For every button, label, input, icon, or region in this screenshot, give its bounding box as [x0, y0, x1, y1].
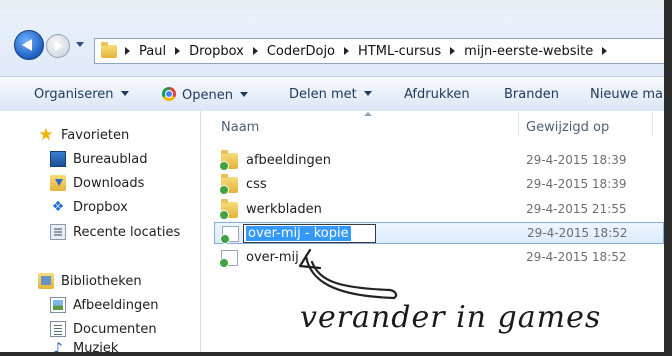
breadcrumb-separator-icon[interactable]: [602, 47, 608, 55]
forward-button[interactable]: [46, 34, 70, 58]
file-date: 29-4-2015 18:39: [526, 177, 627, 191]
print-button[interactable]: Afdrukken: [404, 87, 470, 102]
nav-favorites-label: Favorieten: [61, 127, 130, 143]
breadcrumb-separator-icon[interactable]: [252, 47, 258, 55]
nav-item-label: Dropbox: [73, 199, 128, 215]
sort-ascending-icon: [364, 112, 372, 116]
nav-item-recent-locations[interactable]: Recente locaties: [50, 221, 180, 243]
breadcrumb-item-mijn-eerste-website[interactable]: mijn-eerste-website: [464, 44, 593, 59]
nav-libraries-label: Bibliotheken: [61, 273, 142, 289]
breadcrumb-separator-icon[interactable]: [450, 47, 456, 55]
libraries-icon: [38, 273, 54, 289]
file-date: 29-4-2015 21:55: [526, 202, 627, 216]
desktop-icon: [50, 151, 66, 167]
nav-item-pictures[interactable]: Afbeeldingen: [50, 294, 158, 316]
chrome-icon: [162, 87, 176, 101]
handwritten-annotation: verander in games: [300, 300, 602, 335]
breadcrumb-separator-icon[interactable]: [125, 47, 130, 55]
file-name: afbeeldingen: [246, 153, 331, 168]
open-label: Openen: [182, 88, 233, 103]
html-file-icon: [220, 250, 238, 267]
burn-label: Branden: [504, 87, 559, 102]
nav-item-dropbox[interactable]: ❖ Dropbox: [50, 196, 128, 218]
breadcrumb-separator-icon[interactable]: [175, 47, 181, 55]
address-bar-area: Paul Dropbox CoderDojo HTML-cursus mijn-…: [0, 10, 669, 76]
folder-icon: [220, 199, 238, 219]
back-button[interactable]: [14, 30, 44, 60]
new-folder-label: Nieuwe map: [590, 87, 672, 102]
file-name: css: [246, 177, 267, 192]
folder-icon: [101, 41, 117, 58]
burn-button[interactable]: Branden: [504, 87, 559, 102]
star-icon: ★: [38, 125, 54, 145]
nav-item-downloads[interactable]: Downloads: [50, 172, 144, 194]
command-toolbar: Organiseren Openen Delen met Afdrukken B…: [0, 76, 671, 112]
breadcrumb-item-paul[interactable]: Paul: [139, 44, 166, 59]
nav-item-label: Documenten: [73, 321, 157, 337]
file-row-over-mij[interactable]: over-mij 29-4-2015 18:52 C: [214, 247, 672, 269]
nav-item-documents[interactable]: Documenten: [50, 318, 157, 340]
breadcrumb-item-dropbox[interactable]: Dropbox: [189, 44, 244, 59]
nav-item-label: Bureaublad: [73, 151, 148, 167]
organize-label: Organiseren: [34, 87, 114, 102]
organize-button[interactable]: Organiseren: [34, 87, 129, 102]
open-button[interactable]: Openen: [162, 87, 248, 103]
file-row-css[interactable]: css 29-4-2015 18:39 B: [214, 174, 672, 196]
chevron-down-icon: [363, 91, 372, 96]
downloads-folder-icon: [50, 175, 66, 191]
file-date: 29-4-2015 18:52: [526, 250, 627, 264]
chevron-down-icon: [120, 91, 129, 96]
chevron-down-icon: [239, 92, 248, 97]
documents-icon: [50, 321, 66, 337]
file-row-afbeeldingen[interactable]: afbeeldingen 29-4-2015 18:39 B: [214, 150, 672, 172]
file-row-werkbladen[interactable]: werkbladen 29-4-2015 21:55 B: [214, 199, 672, 221]
breadcrumb: Paul Dropbox CoderDojo HTML-cursus mijn-…: [125, 44, 616, 59]
file-row-over-mij-kopie[interactable]: over-mij - kopie 29-4-2015 18:52 C: [214, 222, 672, 244]
nav-favorites[interactable]: ★ Favorieten: [38, 124, 129, 146]
column-divider[interactable]: [652, 112, 653, 136]
window-right-edge: [664, 0, 672, 356]
share-label: Delen met: [289, 87, 357, 102]
html-file-icon: [221, 226, 239, 243]
nav-item-desktop[interactable]: Bureaublad: [50, 148, 148, 170]
recent-locations-icon: [50, 224, 66, 240]
pictures-icon: [50, 297, 66, 313]
recent-pages-chevron-down-icon[interactable]: [76, 42, 84, 47]
breadcrumb-separator-icon[interactable]: [344, 47, 350, 55]
rename-input[interactable]: over-mij - kopie: [243, 224, 376, 243]
file-name: over-mij: [246, 250, 299, 265]
rename-selected-text: over-mij - kopie: [246, 226, 351, 241]
folder-icon: [220, 150, 238, 170]
file-date: 29-4-2015 18:39: [526, 153, 627, 167]
window-bottom-edge: [0, 352, 672, 356]
dropbox-icon: ❖: [51, 199, 65, 215]
share-button[interactable]: Delen met: [289, 87, 372, 102]
handdrawn-arrow-icon: [298, 248, 398, 300]
nav-item-label: Downloads: [73, 175, 145, 191]
column-header-name[interactable]: Naam: [221, 120, 259, 135]
breadcrumb-item-html-cursus[interactable]: HTML-cursus: [358, 44, 441, 59]
folder-icon: [220, 174, 238, 194]
window-top-edge: [0, 0, 672, 10]
column-divider[interactable]: [518, 112, 519, 136]
address-input[interactable]: Paul Dropbox CoderDojo HTML-cursus mijn-…: [94, 38, 669, 64]
nav-libraries[interactable]: Bibliotheken: [38, 270, 142, 292]
breadcrumb-item-coderdojo[interactable]: CoderDojo: [267, 44, 335, 59]
column-header-modified[interactable]: Gewijzigd op: [526, 120, 609, 135]
file-name: werkbladen: [246, 202, 322, 217]
nav-item-label: Afbeeldingen: [73, 297, 159, 313]
navigation-pane: ★ Favorieten Bureaublad Downloads ❖ Drop…: [0, 111, 201, 355]
file-date: 29-4-2015 18:52: [527, 226, 628, 240]
nav-item-label: Recente locaties: [73, 224, 181, 240]
new-folder-button[interactable]: Nieuwe map: [590, 87, 671, 102]
print-label: Afdrukken: [404, 87, 470, 102]
